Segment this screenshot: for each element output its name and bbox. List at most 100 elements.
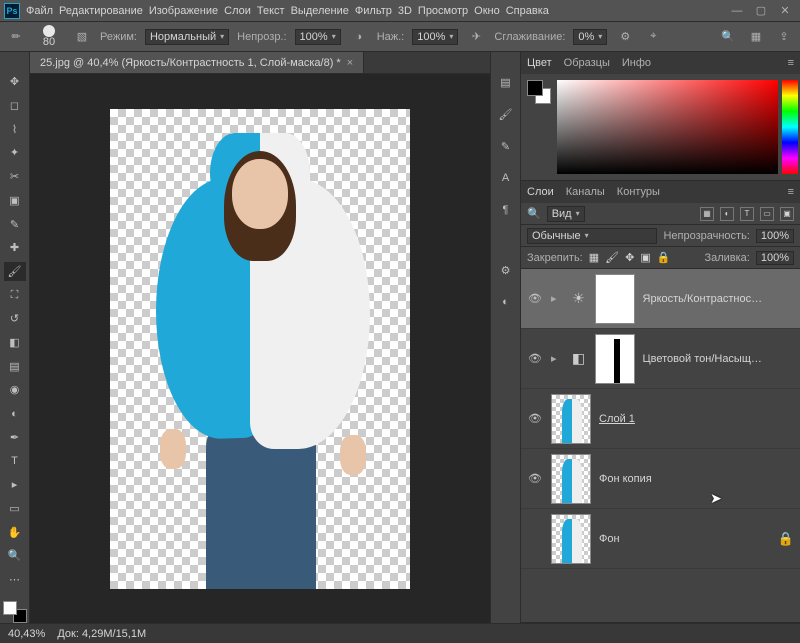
layer-thumb[interactable] [551,394,591,444]
flow-select[interactable]: 100% [412,29,458,45]
menu-view[interactable]: Просмотр [418,5,468,17]
filter-pixel-icon[interactable]: ▦ [700,207,714,221]
menu-file[interactable]: Файл [26,5,53,17]
hand-tool-icon[interactable]: ✋ [4,522,26,542]
smoothing-options-icon[interactable]: ⚙ [615,27,635,47]
layer-thumb[interactable] [551,454,591,504]
menu-select[interactable]: Выделение [291,5,349,17]
menu-text[interactable]: Текст [257,5,285,17]
lock-pixels-icon[interactable]: 🖌 [605,251,619,264]
layer-row[interactable]: 👁 Слой 1 [521,389,800,449]
panel-menu-icon[interactable]: ≡ [788,186,794,198]
visibility-icon[interactable]: 👁 [527,472,543,485]
frame-tool-icon[interactable]: ▣ [4,191,26,211]
tab-layers[interactable]: Слои [527,186,554,198]
tab-info[interactable]: Инфо [622,57,651,69]
brushes-panel-icon[interactable]: 🖌 [496,104,516,124]
dodge-tool-icon[interactable]: ◐ [4,404,26,424]
adjustments-panel-icon[interactable]: ◐ [496,292,516,312]
zoom-tool-icon[interactable]: 🔍 [4,546,26,566]
filter-type-icon[interactable]: T [740,207,754,221]
lock-position-icon[interactable]: ✥ [625,251,634,264]
filter-shape-icon[interactable]: ▭ [760,207,774,221]
eraser-tool-icon[interactable]: ◧ [4,333,26,353]
document-tab[interactable]: 25.jpg @ 40,4% (Яркость/Контрастность 1,… [30,52,364,73]
layer-name[interactable]: Фон [599,533,770,545]
character-panel-icon[interactable]: A [496,168,516,188]
hue-strip[interactable] [782,80,798,174]
menu-3d[interactable]: 3D [398,5,412,17]
zoom-value[interactable]: 40,43% [8,628,45,640]
opacity-select[interactable]: 100% [295,29,341,45]
window-maximize-icon[interactable]: ▢ [750,4,772,18]
crop-tool-icon[interactable]: ✂ [4,167,26,187]
lock-all-icon[interactable]: 🔒 [657,251,671,264]
smoothing-select[interactable]: 0% [573,29,607,45]
tab-color[interactable]: Цвет [527,57,552,69]
layer-name[interactable]: Фон копия [599,473,794,485]
visibility-icon[interactable]: 👁 [527,352,543,365]
tool-preset-icon[interactable]: ✏ [6,27,26,47]
stamp-tool-icon[interactable]: ⛶ [4,285,26,305]
layer-name[interactable]: Слой 1 [599,413,794,425]
paragraph-panel-icon[interactable]: ¶ [496,200,516,220]
visibility-icon[interactable]: 👁 [527,412,543,425]
layer-mask-thumb[interactable] [595,334,635,384]
brush-tool-icon[interactable]: 🖌 [4,262,26,282]
close-tab-icon[interactable]: × [347,57,353,69]
filter-kind-icon[interactable]: 🔍 [527,207,541,220]
properties-panel-icon[interactable]: ⚙ [496,260,516,280]
layer-row[interactable]: 👁▸◧Цветовой тон/Насыщ… [521,329,800,389]
path-select-tool-icon[interactable]: ▸ [4,475,26,495]
filter-adjust-icon[interactable]: ◐ [720,207,734,221]
shape-tool-icon[interactable]: ▭ [4,499,26,519]
fg-bg-swatches[interactable] [3,601,27,623]
panel-menu-icon[interactable]: ≡ [788,57,794,69]
symmetry-icon[interactable]: ⌖ [643,27,663,47]
quick-select-tool-icon[interactable]: ✦ [4,143,26,163]
layer-name[interactable]: Яркость/Контрастнос… [643,293,794,305]
healing-tool-icon[interactable]: ✚ [4,238,26,258]
menu-image[interactable]: Изображение [149,5,218,17]
history-panel-icon[interactable]: ▤ [496,72,516,92]
layer-thumb[interactable] [551,514,591,564]
search-icon[interactable]: 🔍 [718,27,738,47]
blur-tool-icon[interactable]: ◉ [4,380,26,400]
layer-row[interactable]: Фон🔒 [521,509,800,569]
eyedropper-tool-icon[interactable]: ✎ [4,214,26,234]
blend-mode-select[interactable]: Нормальный [145,29,229,45]
filter-smart-icon[interactable]: ▣ [780,207,794,221]
brush-panel-icon[interactable]: ▧ [72,27,92,47]
airbrush-icon[interactable]: ✈ [466,27,486,47]
blend-mode-layer-select[interactable]: Обычные [527,228,657,244]
pressure-opacity-icon[interactable]: ◑ [349,27,369,47]
artboard[interactable] [110,109,410,589]
marquee-tool-icon[interactable]: ◻ [4,96,26,116]
menu-filter[interactable]: Фильтр [355,5,392,17]
layer-fill-value[interactable]: 100% [756,251,794,265]
share-icon[interactable]: ⇪ [774,27,794,47]
menu-help[interactable]: Справка [506,5,549,17]
history-brush-tool-icon[interactable]: ↺ [4,309,26,329]
menu-edit[interactable]: Редактирование [59,5,143,17]
layer-mask-thumb[interactable] [595,274,635,324]
layer-name[interactable]: Цветовой тон/Насыщ… [643,353,794,365]
move-tool-icon[interactable]: ✥ [4,72,26,92]
lock-artboard-icon[interactable]: ▣ [640,251,650,264]
workspace-icon[interactable]: ▦ [746,27,766,47]
layer-row[interactable]: 👁 Фон копия [521,449,800,509]
type-tool-icon[interactable]: T [4,451,26,471]
lasso-tool-icon[interactable]: ⌇ [4,119,26,139]
gradient-tool-icon[interactable]: ▤ [4,356,26,376]
edit-toolbar-icon[interactable]: ⋯ [4,570,26,590]
menu-layers[interactable]: Слои [224,5,251,17]
brush-preview[interactable]: 80 [34,25,64,49]
visibility-icon[interactable]: 👁 [527,292,543,305]
filter-kind-select[interactable]: Вид [547,206,585,222]
layer-row[interactable]: 👁▸☀Яркость/Контрастнос… [521,269,800,329]
menu-window[interactable]: Окно [474,5,500,17]
layer-opacity-value[interactable]: 100% [756,229,794,243]
tab-channels[interactable]: Каналы [566,186,605,198]
window-close-icon[interactable]: ✕ [774,4,796,18]
brush-settings-panel-icon[interactable]: ✎ [496,136,516,156]
